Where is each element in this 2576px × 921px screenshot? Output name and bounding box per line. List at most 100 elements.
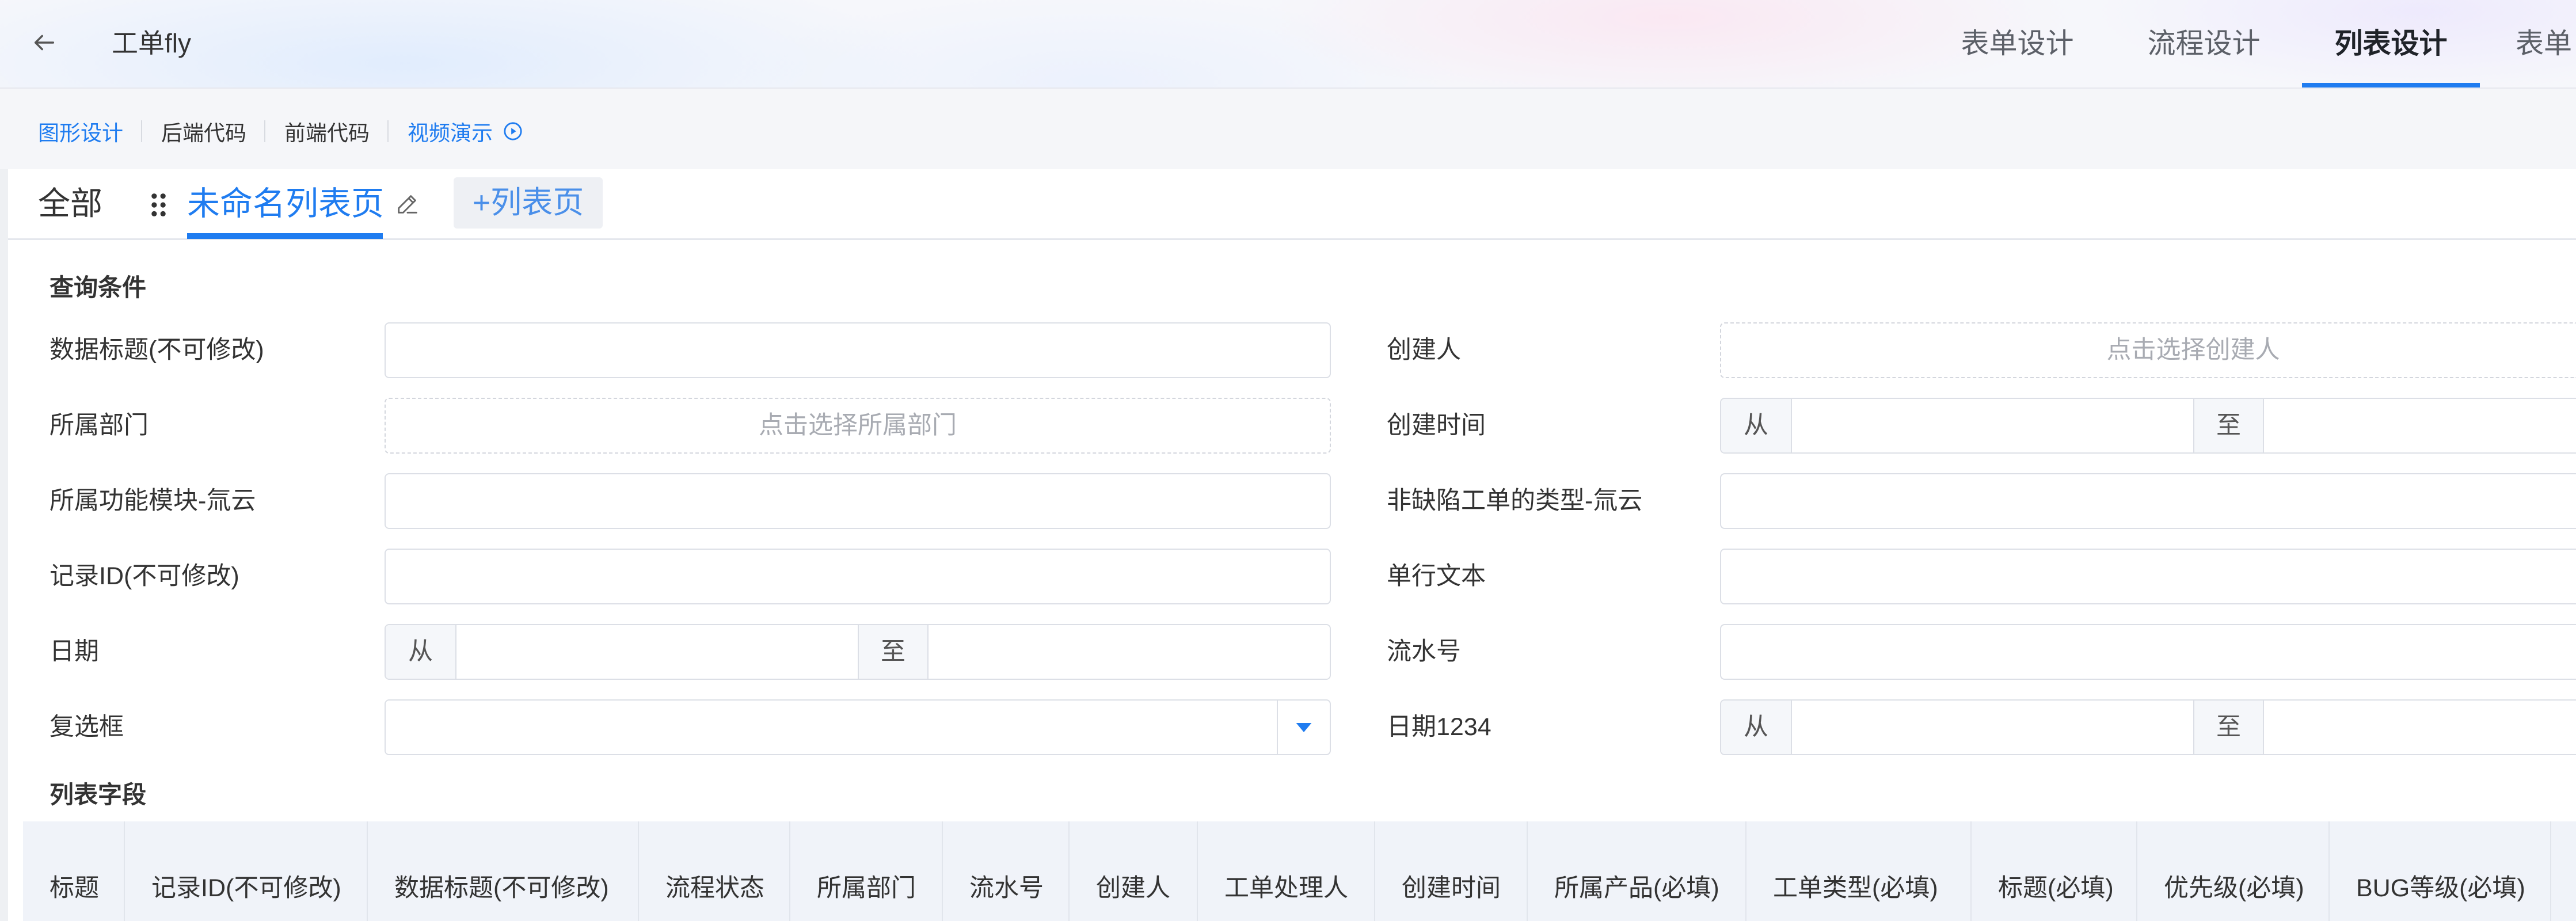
range-to-label: 至 bbox=[2193, 701, 2264, 754]
subnav-label: 后端代码 bbox=[161, 121, 246, 145]
back-button[interactable] bbox=[28, 26, 60, 59]
creator-picker[interactable]: 点击选择创建人 bbox=[1720, 322, 2576, 378]
column-header-product[interactable]: 所属产品(必填) bbox=[1528, 821, 1746, 921]
subnav-label: 图形设计 bbox=[38, 121, 123, 145]
subnav-frontend-code[interactable]: 前端代码 bbox=[284, 116, 370, 147]
column-header-data-title[interactable]: 数据标题(不可修改) bbox=[368, 821, 639, 921]
column-header-label: 优先级(必填) bbox=[2164, 874, 2304, 902]
subnav-video-demo[interactable]: 视频演示 bbox=[408, 116, 523, 147]
form-row: 数据标题(不可修改) 创建人 点击选择创建人 bbox=[8, 322, 2576, 378]
field-label: 日期 bbox=[50, 638, 99, 665]
date1234-from-input[interactable] bbox=[1792, 701, 2193, 754]
tab-form-design[interactable]: 表单设计 bbox=[1928, 0, 2106, 87]
list-tab-all[interactable]: 全部 bbox=[38, 181, 102, 227]
column-header-label: 工单处理人 bbox=[1224, 874, 1348, 902]
column-header-created-time[interactable]: 创建时间 bbox=[1375, 821, 1528, 921]
active-tab-indicator bbox=[2302, 83, 2480, 87]
design-subnav: 图形设计 后端代码 前端代码 视频演示 bbox=[0, 89, 2576, 169]
tab-form-more[interactable]: 表单 bbox=[2484, 0, 2576, 87]
select-dropdown-toggle[interactable] bbox=[1277, 701, 1330, 754]
pencil-icon[interactable] bbox=[394, 191, 421, 217]
column-header-label: 所属产品(必填) bbox=[1554, 874, 1719, 902]
data-title-input[interactable] bbox=[385, 322, 1331, 378]
form-row: 所属功能模块-氚云 非缺陷工单的类型-氚云 bbox=[8, 473, 2576, 529]
date-from-input[interactable] bbox=[456, 625, 858, 679]
subnav-graphic-design[interactable]: 图形设计 bbox=[38, 116, 123, 147]
list-fields-table-header: 标题 记录ID(不可修改) 数据标题(不可修改) 流程状态 所属部门 流水号 创… bbox=[23, 821, 2576, 921]
column-header-label: 工单类型(必填) bbox=[1773, 874, 1938, 902]
column-header-label: 标题(必填) bbox=[1998, 874, 2114, 902]
range-to-label: 至 bbox=[858, 625, 929, 679]
range-from-label: 从 bbox=[386, 625, 456, 679]
form-row: 复选框 日期1234 从 至 bbox=[8, 699, 2576, 755]
column-header-title-required[interactable]: 标题(必填) bbox=[1972, 821, 2137, 921]
tab-label: 表单设计 bbox=[1961, 28, 2074, 59]
subnav-divider bbox=[264, 120, 265, 142]
checkbox-select[interactable] bbox=[385, 699, 1331, 755]
serial-number-input[interactable] bbox=[1720, 624, 2576, 680]
non-defect-type-input[interactable] bbox=[1720, 473, 2576, 529]
column-header-serial-number[interactable]: 流水号 bbox=[943, 821, 1070, 921]
form-row: 记录ID(不可修改) 单行文本 bbox=[8, 549, 2576, 604]
field-label: 创建人 bbox=[1387, 336, 1461, 364]
function-module-input[interactable] bbox=[385, 473, 1331, 529]
column-header-label: 流程状态 bbox=[665, 874, 764, 902]
list-design-panel: 全部 未命名列表页 +列表页 查询条件 数据标题(不可修改) 创建人 点击选择创… bbox=[8, 169, 2576, 921]
column-header-creator[interactable]: 创建人 bbox=[1070, 821, 1198, 921]
tab-list-design[interactable]: 列表设计 bbox=[2302, 0, 2480, 87]
range-to-label: 至 bbox=[2193, 399, 2264, 452]
column-header-label: 数据标题(不可修改) bbox=[394, 874, 609, 902]
column-header-label: 标题 bbox=[50, 874, 99, 902]
play-circle-icon bbox=[503, 121, 523, 141]
date1234-to-input[interactable] bbox=[2264, 701, 2576, 754]
form-row: 所属部门 点击选择所属部门 创建时间 从 至 bbox=[8, 398, 2576, 454]
field-label: 所属功能模块-氚云 bbox=[50, 487, 256, 515]
drag-handle-icon[interactable] bbox=[150, 192, 168, 218]
subnav-divider bbox=[387, 120, 389, 142]
column-header-record-id[interactable]: 记录ID(不可修改) bbox=[125, 821, 368, 921]
subnav-label: 视频演示 bbox=[408, 121, 493, 145]
field-label: 单行文本 bbox=[1387, 562, 1486, 590]
form-row: 日期 从 至 流水号 bbox=[8, 624, 2576, 680]
tab-label: 流程设计 bbox=[2147, 28, 2261, 59]
tab-label: 列表设计 bbox=[2334, 28, 2448, 59]
created-time-range: 从 至 bbox=[1720, 398, 2576, 454]
field-label: 数据标题(不可修改) bbox=[50, 336, 264, 364]
column-header-more[interactable] bbox=[2551, 821, 2576, 921]
column-header-label: 创建人 bbox=[1096, 874, 1170, 902]
range-from-label: 从 bbox=[1721, 701, 1792, 754]
query-conditions-title: 查询条件 bbox=[50, 274, 147, 301]
created-time-from-input[interactable] bbox=[1792, 399, 2193, 452]
subnav-divider bbox=[141, 120, 142, 142]
list-tab-current[interactable]: 未命名列表页 bbox=[187, 181, 384, 227]
app-title: 工单fly bbox=[112, 28, 191, 58]
single-line-text-input[interactable] bbox=[1720, 549, 2576, 604]
list-fields-title: 列表字段 bbox=[50, 781, 147, 808]
field-label: 复选框 bbox=[50, 713, 124, 741]
field-label: 流水号 bbox=[1387, 638, 1461, 665]
date-to-input[interactable] bbox=[929, 625, 1330, 679]
tab-label: 表单 bbox=[2516, 28, 2573, 59]
subnav-backend-code[interactable]: 后端代码 bbox=[161, 116, 246, 147]
checkbox-select-input[interactable] bbox=[386, 701, 1277, 754]
list-page-tabs: 全部 未命名列表页 +列表页 bbox=[8, 169, 2576, 240]
column-header-priority[interactable]: 优先级(必填) bbox=[2137, 821, 2330, 921]
picker-placeholder: 点击选择创建人 bbox=[2106, 336, 2280, 364]
column-header-flow-status[interactable]: 流程状态 bbox=[639, 821, 790, 921]
department-picker[interactable]: 点击选择所属部门 bbox=[385, 398, 1331, 454]
date1234-range: 从 至 bbox=[1720, 699, 2576, 755]
column-header-title[interactable]: 标题 bbox=[23, 821, 125, 921]
column-header-label: 所属部门 bbox=[817, 874, 916, 902]
add-list-page-button[interactable]: +列表页 bbox=[454, 177, 603, 229]
subnav-label: 前端代码 bbox=[284, 121, 370, 145]
column-header-label: 流水号 bbox=[969, 874, 1044, 902]
top-bar: 工单fly 表单设计 流程设计 列表设计 表单 bbox=[0, 0, 2576, 89]
column-header-department[interactable]: 所属部门 bbox=[790, 821, 943, 921]
field-label: 创建时间 bbox=[1387, 412, 1486, 439]
record-id-input[interactable] bbox=[385, 549, 1331, 604]
created-time-to-input[interactable] bbox=[2264, 399, 2576, 452]
column-header-ticket-type[interactable]: 工单类型(必填) bbox=[1746, 821, 1972, 921]
tab-flow-design[interactable]: 流程设计 bbox=[2115, 0, 2293, 87]
column-header-bug-level[interactable]: BUG等级(必填) bbox=[2330, 821, 2551, 921]
column-header-handler[interactable]: 工单处理人 bbox=[1198, 821, 1375, 921]
